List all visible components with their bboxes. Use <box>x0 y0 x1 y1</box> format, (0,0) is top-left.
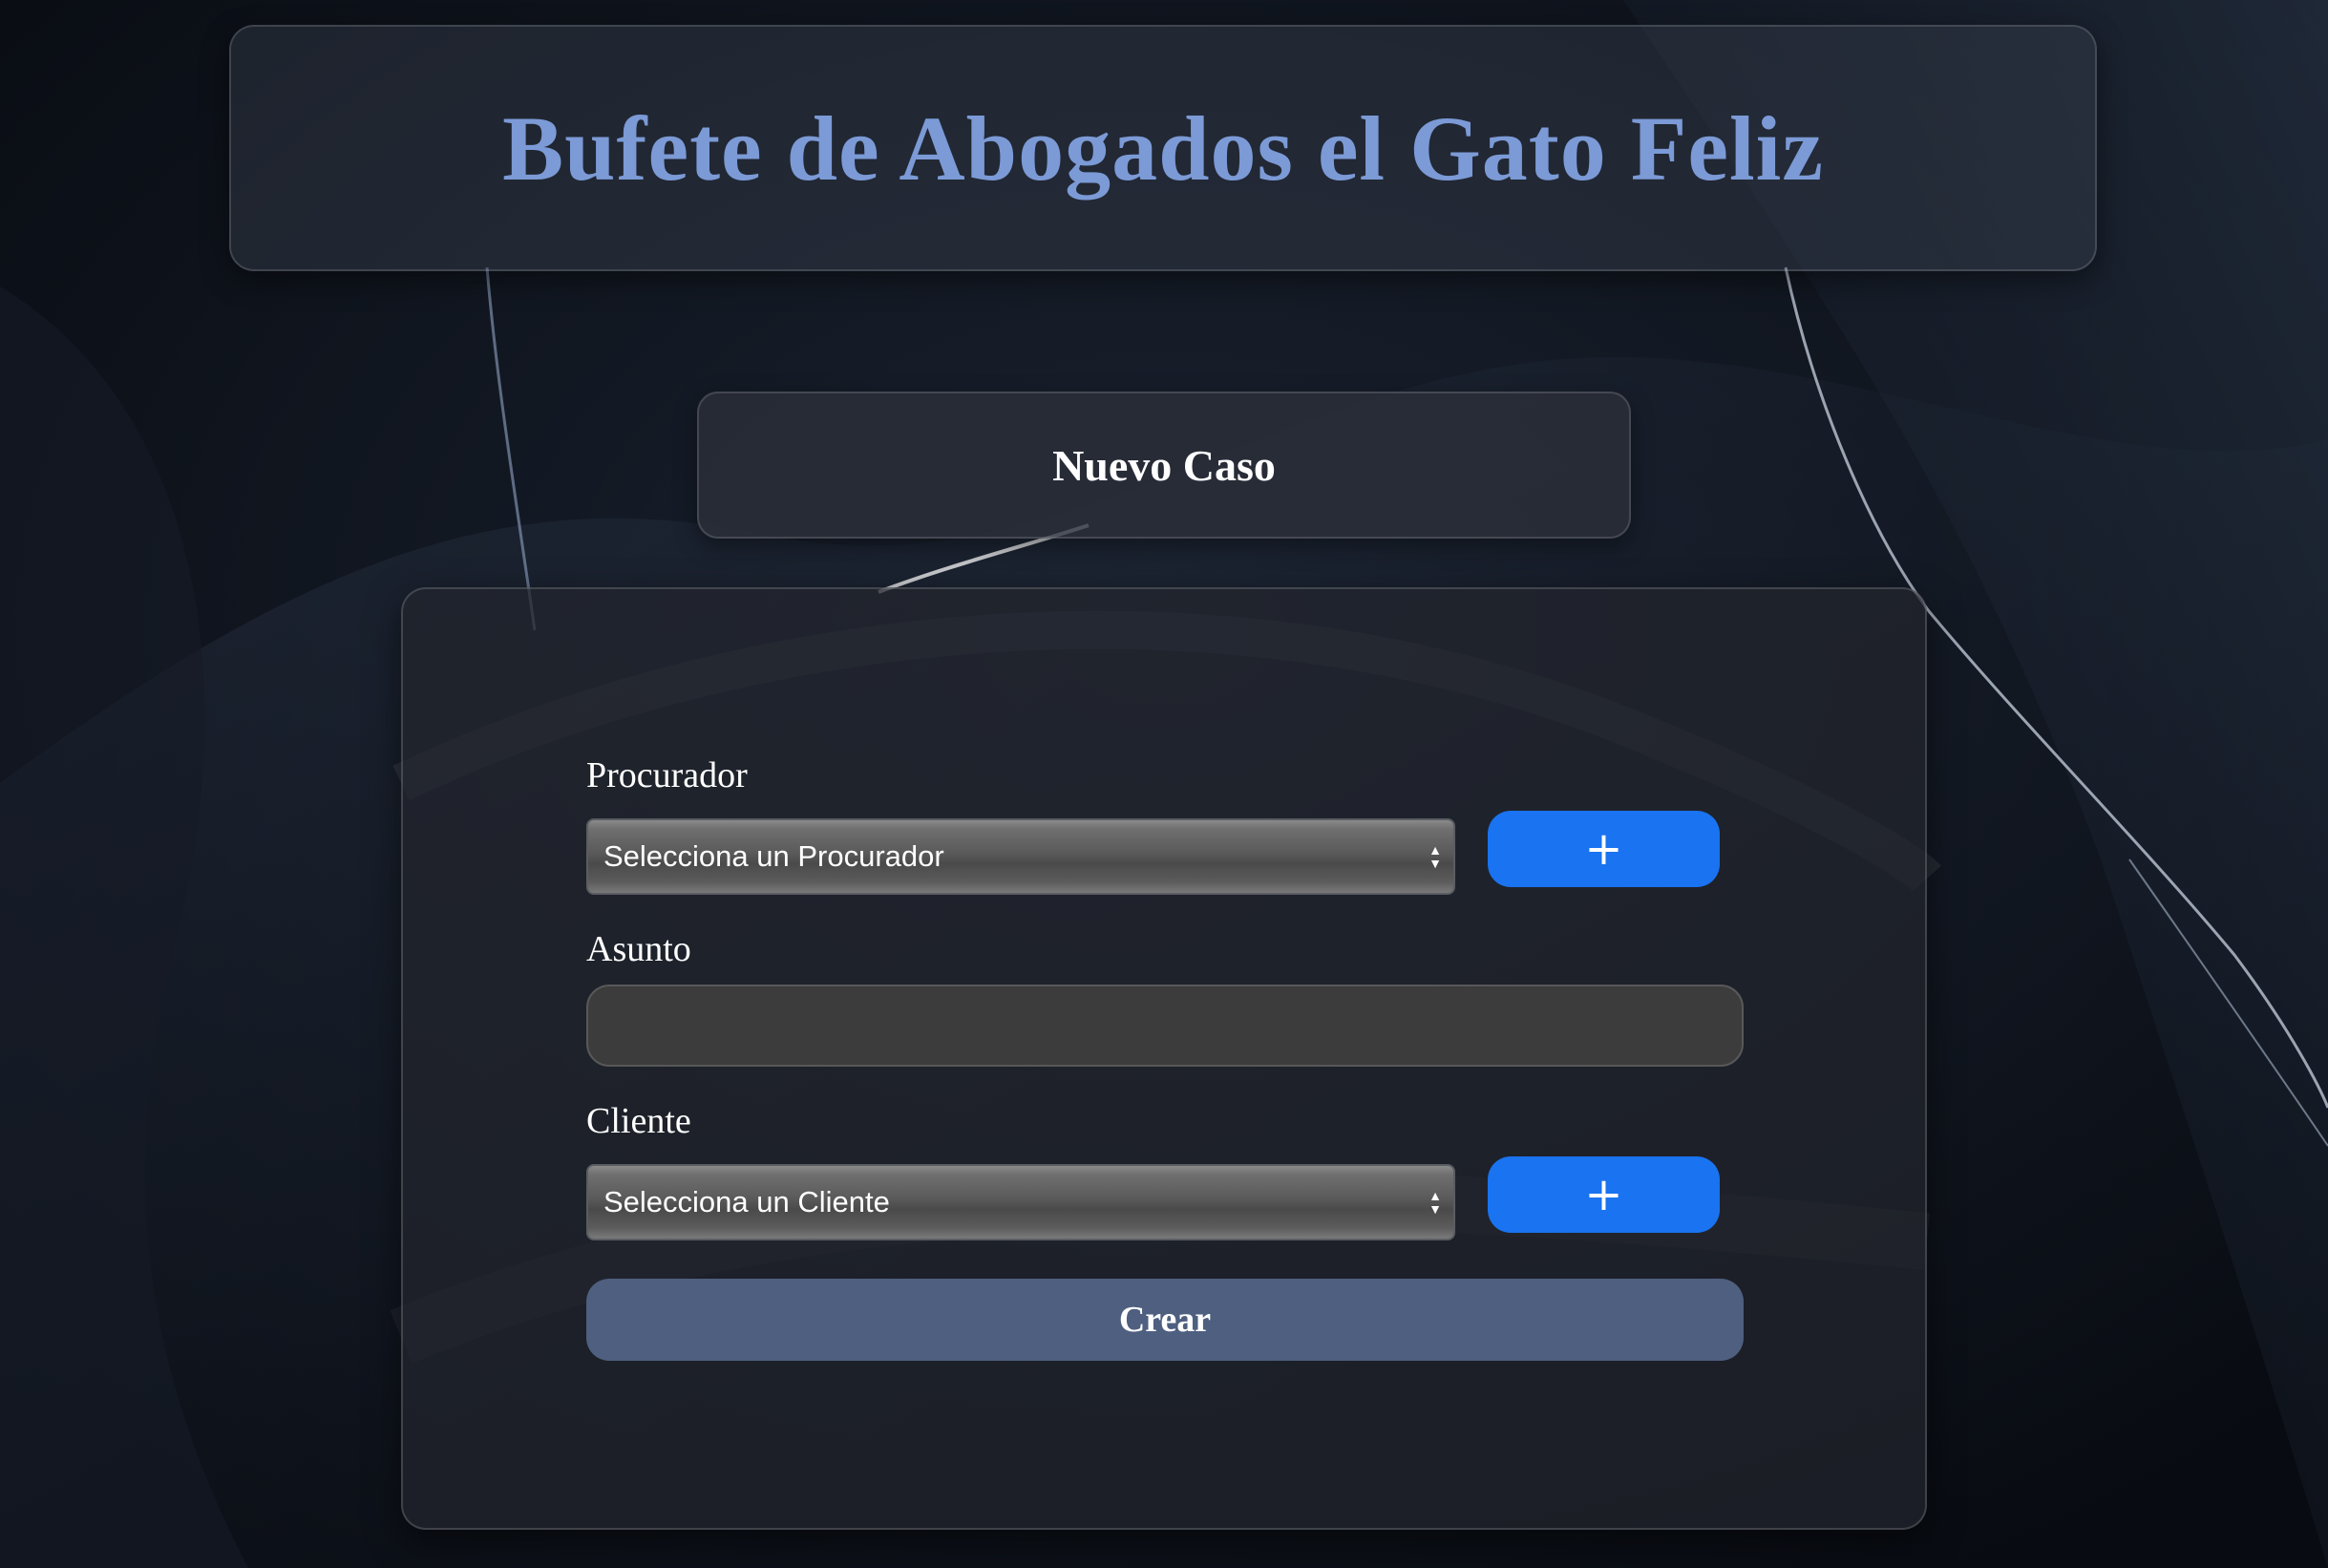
add-cliente-button[interactable]: + <box>1488 1156 1720 1233</box>
add-procurador-button[interactable]: + <box>1488 811 1720 887</box>
asunto-input[interactable] <box>586 985 1744 1067</box>
section-title-box: Nuevo Caso <box>697 392 1631 539</box>
up-down-arrows-icon: ▲ ▼ <box>1429 1188 1442 1217</box>
section-title: Nuevo Caso <box>1052 440 1276 490</box>
up-down-arrows-icon: ▲ ▼ <box>1429 842 1442 871</box>
cliente-label: Cliente <box>586 1101 691 1141</box>
procurador-label: Procurador <box>586 755 748 795</box>
page-title: Bufete de Abogados el Gato Feliz <box>502 96 1824 200</box>
header-banner: Bufete de Abogados el Gato Feliz <box>229 25 2097 271</box>
cliente-select-value: Selecciona un Cliente <box>603 1185 890 1218</box>
plus-icon: + <box>1584 822 1623 876</box>
procurador-select[interactable]: Selecciona un Procurador ▲ ▼ <box>586 818 1455 895</box>
asunto-label: Asunto <box>586 929 691 969</box>
plus-icon: + <box>1584 1168 1623 1221</box>
crear-button[interactable]: Crear <box>586 1279 1744 1361</box>
procurador-select-value: Selecciona un Procurador <box>603 839 944 873</box>
new-case-form: Procurador Selecciona un Procurador ▲ ▼ +… <box>401 587 1927 1530</box>
cliente-select[interactable]: Selecciona un Cliente ▲ ▼ <box>586 1164 1455 1240</box>
